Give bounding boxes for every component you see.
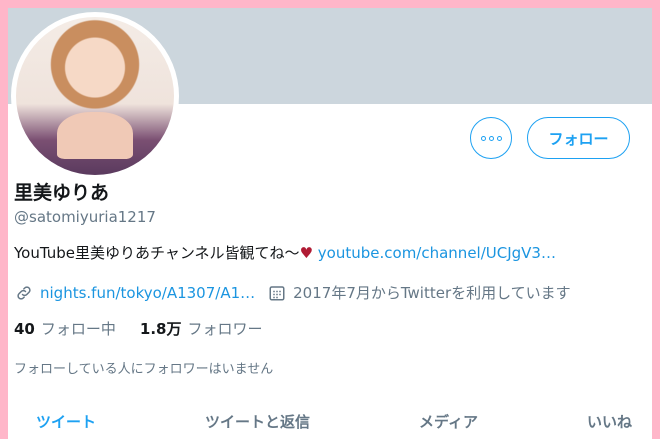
website-link[interactable]: nights.fun/tokyo/A1307/A1… [40,284,255,302]
following-stat[interactable]: 40 フォロー中 [14,318,116,339]
avatar[interactable] [11,12,179,180]
tab-likes[interactable]: いいね [587,403,632,439]
joined-date: 2017年7月からTwitterを利用しています [293,284,571,302]
profile-name: 里美ゆりあ [14,182,110,204]
tab-media[interactable]: メディア [419,403,478,439]
more-dots-icon [480,135,502,141]
following-label: フォロー中 [40,320,116,338]
profile-stats: 40 フォロー中 1.8万 フォロワー [14,318,262,339]
avatar-image [16,17,174,175]
follow-button[interactable]: フォロー [527,117,630,159]
calendar-icon [267,283,287,303]
mutual-followers-note: フォローしている人にフォロワーはいません [14,362,274,377]
followers-count: 1.8万 [139,320,182,338]
followers-label: フォロワー [187,320,263,338]
profile-bio: YouTube里美ゆりあチャンネル皆観てね〜♥ youtube.com/chan… [14,242,644,263]
followers-stat[interactable]: 1.8万 フォロワー [140,318,263,339]
heart-emoji: ♥ [299,244,314,262]
following-count: 40 [14,320,35,338]
profile-tabs: ツイート ツイートと返信 メディア いいね [8,403,652,439]
tab-tweets[interactable]: ツイート [36,403,96,439]
bio-link[interactable]: youtube.com/channel/UCJgV3… [318,244,556,262]
more-options-button[interactable] [470,117,512,159]
profile-card: フォロー 里美ゆりあ @satomiyuria1217 YouTube里美ゆりあ… [8,8,652,439]
bio-text: YouTube里美ゆりあチャンネル皆観てね〜 [14,244,300,262]
profile-handle: @satomiyuria1217 [14,208,156,226]
tab-tweets-replies[interactable]: ツイートと返信 [205,403,310,439]
link-icon [14,283,34,303]
profile-meta: nights.fun/tokyo/A1307/A1… 2017年7月からTwit… [14,282,571,303]
